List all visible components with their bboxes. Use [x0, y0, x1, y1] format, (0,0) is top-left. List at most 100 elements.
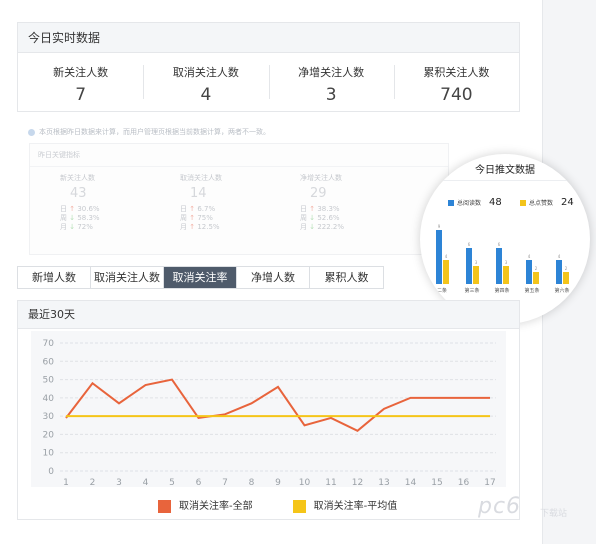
realtime-title: 今日实时数据 — [18, 23, 519, 53]
y-tick-label: 70 — [43, 339, 55, 349]
mini-bar — [466, 248, 472, 284]
x-tick-label: 13 — [378, 478, 389, 488]
metric-tabs: 新增人数 取消关注人数 取消关注率 净增人数 累积人数 — [17, 266, 384, 289]
mini-bar — [563, 272, 569, 284]
x-tick-label: 11 — [325, 478, 336, 488]
legend-label: 总阅读数 — [457, 200, 482, 207]
yesterday-row: 周 ↑ 75% — [180, 214, 213, 222]
plot-background — [31, 331, 506, 487]
magnifier-title: 今日推文数据 — [475, 165, 535, 176]
legend-item-all[interactable]: 取消关注率-全部 — [158, 497, 253, 513]
x-tick-label: 10 — [299, 478, 311, 488]
mini-bar — [443, 260, 449, 284]
yesterday-col: 新关注人数 43 日 ↑ 30.6% 周 ↓ 58.3% 月 ↓ 72% — [30, 167, 150, 232]
x-tick-label: 6 — [196, 478, 202, 488]
yesterday-row: 周 ↓ 58.3% — [60, 214, 100, 222]
mini-bar — [436, 230, 442, 284]
mini-bar-label: 3 — [505, 260, 508, 265]
tab-cumulative[interactable]: 累积人数 — [310, 267, 383, 288]
legend-reads: 总阅读数 48 — [448, 197, 502, 208]
legend-value: 48 — [489, 197, 502, 208]
yesterday-value: 43 — [70, 186, 87, 201]
mini-bar — [496, 248, 502, 284]
article-data-magnifier: 今日推文数据 总阅读数 48 总点赞数 24 9 4 二条 6 3 第三条 6 3 第四条 4 2 第… — [420, 154, 590, 324]
yesterday-value: 14 — [190, 186, 207, 201]
mini-bar-label: 6 — [468, 242, 471, 247]
yesterday-col: 取消关注人数 14 日 ↑ 6.7% 周 ↑ 75% 月 ↑ 12.5% — [150, 167, 270, 232]
mini-bar — [473, 266, 479, 284]
stat-value: 740 — [440, 85, 473, 105]
mini-bar-label: 9 — [438, 224, 441, 229]
stat-total-followers: 累积关注人数 740 — [393, 53, 519, 112]
yesterday-row: 日 ↑ 6.7% — [180, 205, 216, 213]
legend-swatch — [448, 199, 454, 206]
tab-unfollow-rate[interactable]: 取消关注率 — [164, 267, 237, 288]
yesterday-row: 月 ↑ 12.5% — [180, 223, 220, 231]
watermark-logo: pc6 — [478, 494, 522, 519]
tab-net[interactable]: 净增人数 — [237, 267, 310, 288]
tab-new[interactable]: 新增人数 — [18, 267, 91, 288]
mini-bar — [526, 260, 532, 284]
trend-panel: 最近30天 0 10 20 30 40 50 60 70 1 2 3 4 5 6 7 8 9 10 11 12 13 14… — [17, 300, 520, 520]
mini-bar — [533, 272, 539, 284]
yesterday-row: 日 ↑ 30.6% — [60, 205, 100, 213]
y-tick-label: 0 — [48, 467, 54, 477]
tab-unfollow-count[interactable]: 取消关注人数 — [91, 267, 164, 288]
yesterday-key-metrics: 昨日关键指标 新关注人数 43 日 ↑ 30.6% 周 ↓ 58.3% 月 ↓ … — [29, 143, 449, 255]
stat-label: 累积关注人数 — [423, 66, 490, 79]
yesterday-row: 周 ↓ 52.6% — [300, 214, 340, 222]
y-tick-label: 40 — [43, 394, 55, 404]
stat-value: 7 — [75, 85, 87, 105]
x-tick-label: 4 — [143, 478, 149, 488]
page: 今日实时数据 新关注人数 7 取消关注人数 4 净增关注人数 3 累积关注人数 … — [0, 0, 596, 544]
stat-label: 新关注人数 — [53, 66, 109, 79]
mini-category-label: 第三条 — [464, 287, 479, 294]
x-tick-label: 1 — [63, 478, 69, 488]
mini-bar — [556, 260, 562, 284]
legend-label: 总点赞数 — [529, 200, 554, 207]
yesterday-row: 日 ↑ 38.3% — [300, 205, 340, 213]
y-tick-label: 20 — [43, 430, 55, 440]
yesterday-label: 取消关注人数 — [180, 174, 222, 182]
mini-bar-label: 4 — [445, 254, 448, 259]
x-tick-label: 5 — [169, 478, 175, 488]
x-tick-label: 12 — [352, 478, 363, 488]
realtime-card: 今日实时数据 新关注人数 7 取消关注人数 4 净增关注人数 3 累积关注人数 … — [17, 22, 520, 112]
mini-bar-label: 2 — [565, 266, 568, 271]
yesterday-value: 29 — [310, 186, 327, 201]
yesterday-title: 昨日关键指标 — [30, 144, 448, 167]
y-tick-label: 10 — [43, 449, 55, 459]
x-tick-label: 16 — [458, 478, 470, 488]
yesterday-label: 净增关注人数 — [300, 174, 342, 182]
x-tick-label: 2 — [90, 478, 96, 488]
info-icon — [28, 128, 35, 136]
x-tick-label: 7 — [222, 478, 228, 488]
legend-value: 24 — [561, 197, 574, 208]
legend-item-avg[interactable]: 取消关注率-平均值 — [292, 497, 397, 513]
x-tick-label: 9 — [275, 478, 281, 488]
trend-title: 最近30天 — [18, 301, 519, 329]
mini-bar-label: 6 — [498, 242, 501, 247]
stat-unfollowers: 取消关注人数 4 — [143, 53, 268, 112]
mini-bar — [503, 266, 509, 284]
watermark-sub: 下载站 — [540, 509, 568, 519]
legend-swatch — [292, 499, 306, 513]
x-tick-label: 8 — [249, 478, 255, 488]
yesterday-row: 月 ↓ 222.2% — [300, 223, 345, 231]
stat-new-followers: 新关注人数 7 — [18, 53, 143, 112]
legend-swatch — [158, 499, 171, 513]
stat-value: 4 — [200, 85, 212, 105]
yesterday-row: 月 ↓ 72% — [60, 223, 93, 231]
stat-net-followers: 净增关注人数 3 — [268, 53, 394, 112]
yesterday-col: 净增关注人数 29 日 ↑ 38.3% 周 ↓ 52.6% 月 ↓ 222.2% — [270, 167, 390, 232]
realtime-stats: 新关注人数 7 取消关注人数 4 净增关注人数 3 累积关注人数 740 — [18, 53, 519, 112]
mini-bar-label: 4 — [558, 254, 561, 259]
chart-legend: 取消关注率-全部 取消关注率-平均值 — [158, 497, 397, 513]
mini-bar-label: 3 — [475, 260, 478, 265]
y-tick-label: 50 — [43, 376, 55, 386]
mini-category-label: 二条 — [437, 287, 447, 294]
y-tick-label: 30 — [43, 412, 55, 422]
mini-bar-chart: 9 4 二条 6 3 第三条 6 3 第四条 4 2 第五条 4 2 第六条 — [436, 224, 570, 294]
mini-bar-label: 4 — [528, 254, 531, 259]
stat-label: 取消关注人数 — [172, 66, 239, 79]
